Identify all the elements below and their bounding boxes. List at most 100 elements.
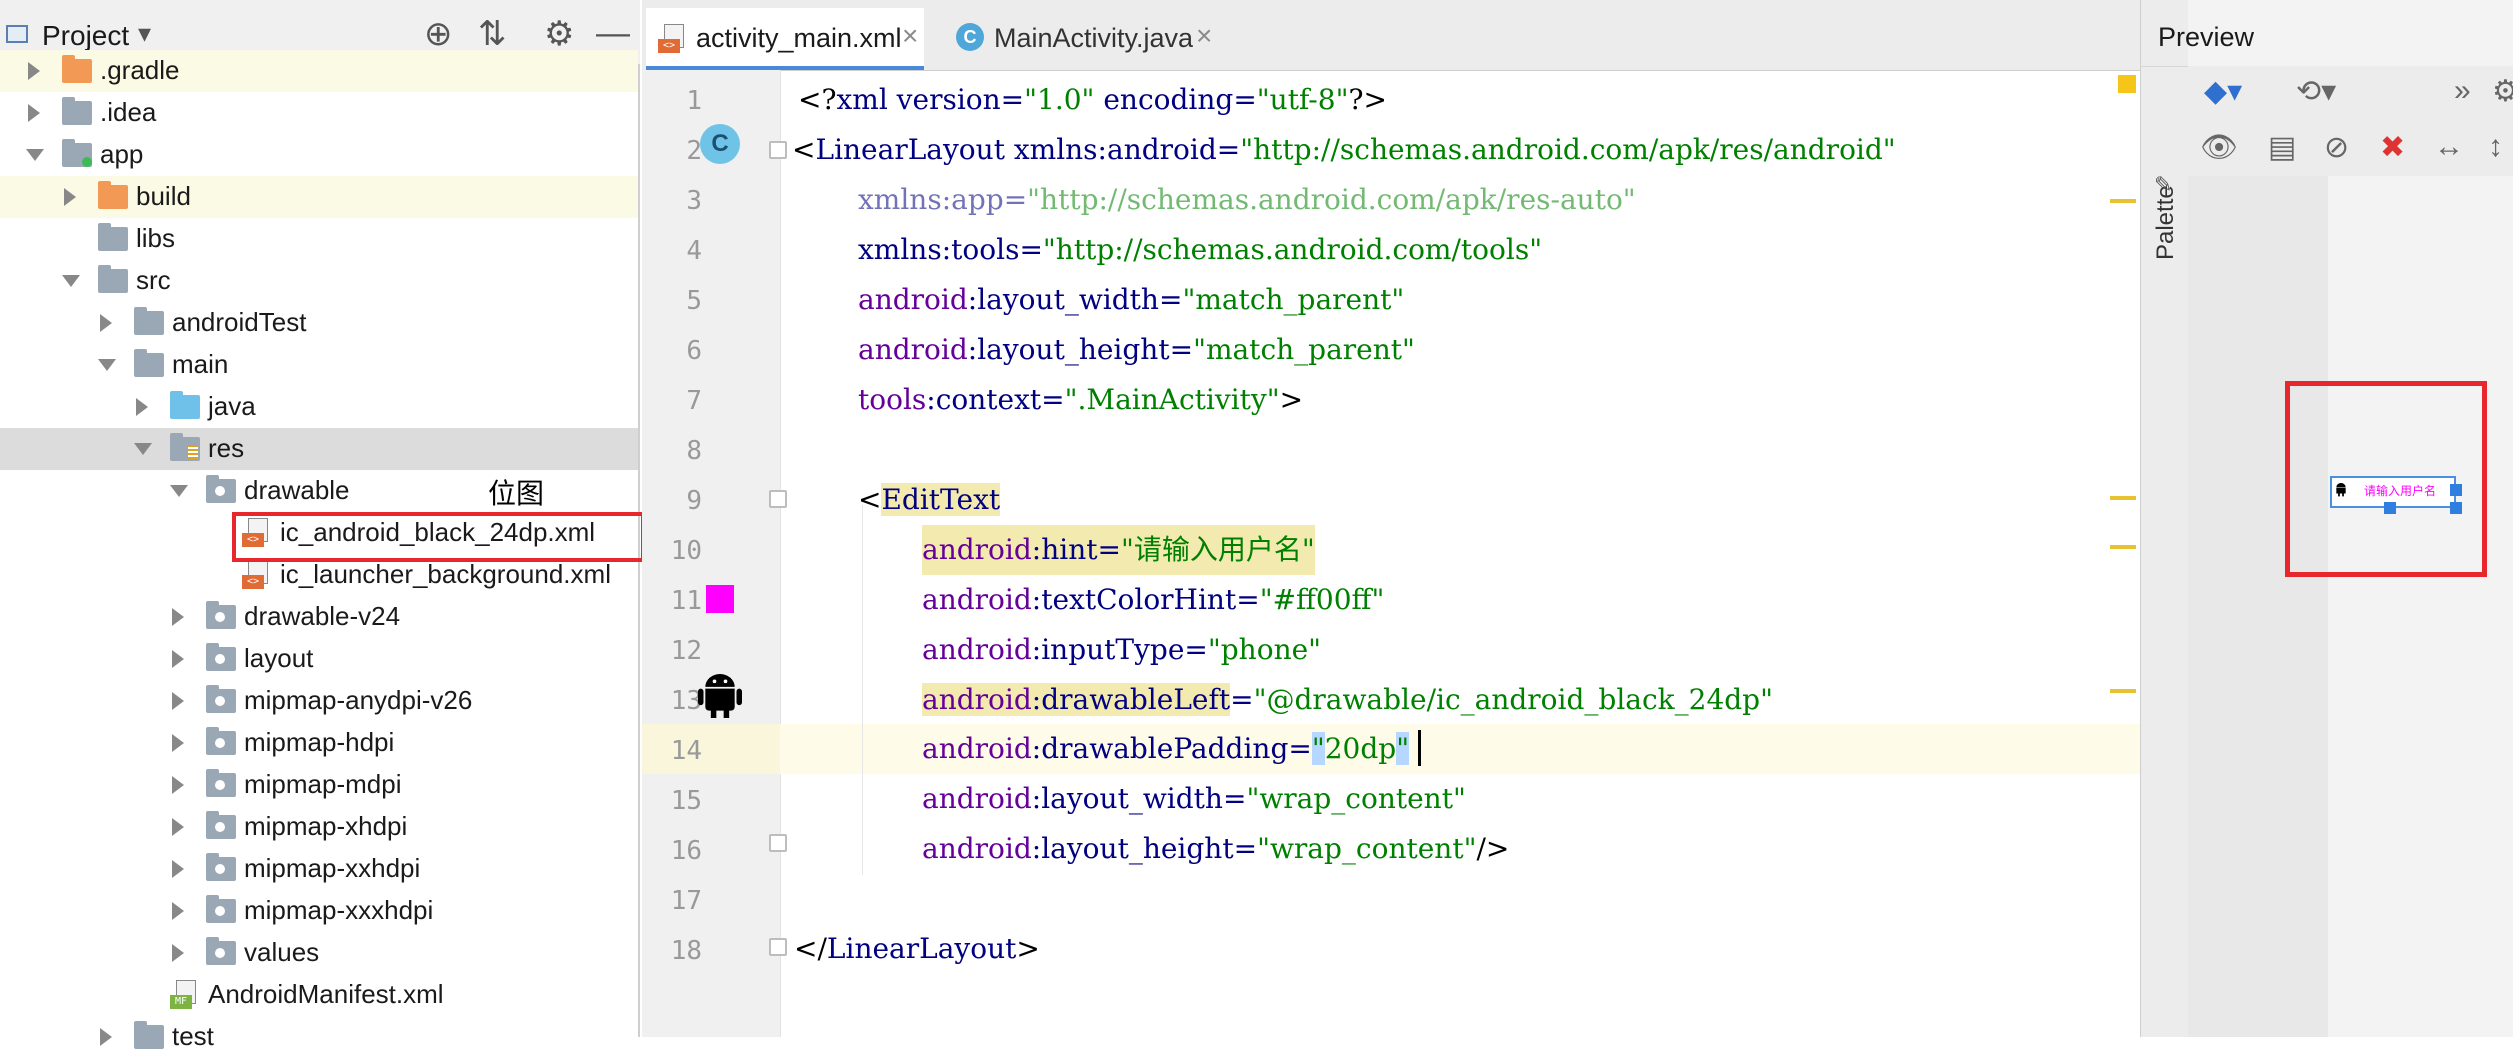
chevron-right-icon[interactable]: [172, 818, 184, 836]
line-number: 6: [686, 336, 702, 366]
orientation-icon[interactable]: ⟲▾: [2296, 74, 2336, 109]
gear-icon[interactable]: ⚙: [2492, 74, 2513, 109]
tree-item[interactable]: build: [0, 176, 638, 218]
code-line-12[interactable]: android:inputType="phone": [922, 625, 1321, 675]
scroll-marker[interactable]: [2110, 496, 2136, 500]
chevron-right-icon[interactable]: [172, 944, 184, 962]
fold-marker[interactable]: [769, 834, 787, 852]
code-line-10[interactable]: android:hint="请输入用户名": [922, 525, 1315, 575]
tree-item[interactable]: mipmap-xxxhdpi: [0, 890, 638, 932]
tree-item[interactable]: java: [0, 386, 638, 428]
code-token: android: [858, 333, 968, 366]
scroll-marker[interactable]: [2110, 545, 2136, 549]
code-token: =: [1216, 133, 1241, 166]
tree-item[interactable]: res: [0, 428, 638, 470]
tree-item[interactable]: libs: [0, 218, 638, 260]
chevron-down-icon[interactable]: [26, 149, 44, 161]
code-line-4[interactable]: xmlns:tools="http://schemas.android.com/…: [858, 225, 1542, 275]
tree-item[interactable]: mipmap-hdpi: [0, 722, 638, 764]
scroll-marker[interactable]: [2110, 689, 2136, 693]
design-surface-layers-icon[interactable]: ◆▾: [2204, 74, 2242, 109]
code-token: xmlns:: [1004, 133, 1107, 166]
chevron-down-icon[interactable]: [62, 275, 80, 287]
preview-canvas[interactable]: [2188, 176, 2328, 1037]
tree-item[interactable]: .idea: [0, 92, 638, 134]
chevron-right-icon[interactable]: [172, 860, 184, 878]
tree-item[interactable]: drawable-v24: [0, 596, 638, 638]
chevron-right-icon[interactable]: [136, 398, 148, 416]
chevron-down-icon[interactable]: ▾: [138, 18, 151, 49]
eye-icon[interactable]: 👁: [2200, 130, 2238, 165]
collapse-all-icon[interactable]: ⇅: [478, 14, 507, 54]
chevron-right-icon[interactable]: [172, 608, 184, 626]
clear-constraints-icon[interactable]: ✖: [2380, 130, 2405, 165]
tree-item[interactable]: values: [0, 932, 638, 974]
tree-item[interactable]: androidTest: [0, 302, 638, 344]
code-line-6[interactable]: android:layout_height="match_parent": [858, 325, 1415, 375]
tree-item[interactable]: main: [0, 344, 638, 386]
chevron-right-icon[interactable]: [28, 62, 40, 80]
tab-activity-main-xml[interactable]: <> activity_main.xml ×: [646, 8, 924, 70]
tree-item[interactable]: .gradle: [0, 50, 638, 92]
code-line-3[interactable]: xmlns:app="http://schemas.android.com/ap…: [858, 175, 1636, 225]
code-token: android: [922, 533, 1032, 566]
tree-item[interactable]: MF AndroidManifest.xml: [0, 974, 638, 1016]
tree-item[interactable]: mipmap-xhdpi: [0, 806, 638, 848]
chevron-right-icon[interactable]: [64, 188, 76, 206]
chevron-right-icon[interactable]: [172, 902, 184, 920]
fold-marker[interactable]: [769, 490, 787, 508]
code-line-5[interactable]: android:layout_width="match_parent": [858, 275, 1404, 325]
code-token: =: [1230, 683, 1254, 716]
tree-item[interactable]: mipmap-xxhdpi: [0, 848, 638, 890]
preview-device-area[interactable]: [2328, 176, 2513, 1037]
chevron-right-icon[interactable]: [172, 734, 184, 752]
tree-item[interactable]: mipmap-anydpi-v26: [0, 680, 638, 722]
code-line-15[interactable]: android:layout_width="wrap_content": [922, 774, 1466, 824]
chevron-down-icon[interactable]: [170, 485, 188, 497]
tree-item[interactable]: mipmap-mdpi: [0, 764, 638, 806]
constraints-off-icon[interactable]: ⊘: [2324, 130, 2349, 165]
chevron-right-icon[interactable]: [100, 1028, 112, 1046]
android-icon[interactable]: [698, 672, 742, 720]
close-icon[interactable]: ×: [1196, 20, 1212, 52]
chevron-right-icon[interactable]: »: [2454, 74, 2471, 108]
fold-marker[interactable]: [769, 938, 787, 956]
code-line-14[interactable]: android:drawablePadding="20dp": [922, 724, 1410, 774]
inspection-status-icon[interactable]: [2118, 75, 2136, 93]
tree-item[interactable]: src: [0, 260, 638, 302]
fold-marker[interactable]: [769, 141, 787, 159]
minimize-icon[interactable]: —: [596, 14, 630, 53]
expand-vertical-icon[interactable]: ↕: [2488, 130, 2503, 164]
code-line-9[interactable]: <EditText: [858, 475, 1001, 525]
code-line-1[interactable]: <?xml version="1.0" encoding="utf-8"?>: [798, 75, 1387, 125]
locate-target-icon[interactable]: ⊕: [424, 14, 453, 54]
class-gutter-icon[interactable]: C: [700, 124, 740, 164]
color-swatch-icon[interactable]: [706, 585, 734, 613]
gear-icon[interactable]: ⚙: [544, 14, 574, 54]
close-icon[interactable]: ×: [902, 20, 918, 52]
tree-item-label: .idea: [100, 97, 157, 127]
code-line-18[interactable]: </LinearLayout>: [794, 924, 1040, 974]
chevron-right-icon[interactable]: [28, 104, 40, 122]
tab-mainactivity-java[interactable]: C MainActivity.java ×: [942, 8, 1220, 70]
chevron-right-icon[interactable]: [172, 650, 184, 668]
chevron-down-icon[interactable]: [98, 359, 116, 371]
blueprint-icon[interactable]: ▤: [2268, 130, 2296, 165]
chevron-right-icon[interactable]: [172, 692, 184, 710]
code-line-11[interactable]: android:textColorHint="#ff00ff": [922, 575, 1384, 625]
code-line-7[interactable]: tools:context=".MainActivity">: [858, 375, 1303, 425]
expand-horizontal-icon[interactable]: ↔: [2434, 130, 2464, 164]
code-line-2[interactable]: <LinearLayout xmlns:android="http://sche…: [792, 125, 1896, 175]
chevron-right-icon[interactable]: [172, 776, 184, 794]
code-line-13[interactable]: android:drawableLeft="@drawable/ic_andro…: [922, 675, 1773, 725]
chevron-right-icon[interactable]: [100, 314, 112, 332]
code-token: =: [1158, 283, 1183, 316]
palette-icon[interactable]: ✎: [2154, 172, 2172, 198]
project-panel-title[interactable]: Project: [42, 20, 129, 52]
tree-item[interactable]: layout: [0, 638, 638, 680]
code-line-16[interactable]: android:layout_height="wrap_content"/>: [922, 824, 1509, 874]
tree-item[interactable]: test: [0, 1016, 638, 1058]
scroll-marker[interactable]: [2110, 199, 2136, 203]
tree-item[interactable]: app: [0, 134, 638, 176]
chevron-down-icon[interactable]: [134, 443, 152, 455]
